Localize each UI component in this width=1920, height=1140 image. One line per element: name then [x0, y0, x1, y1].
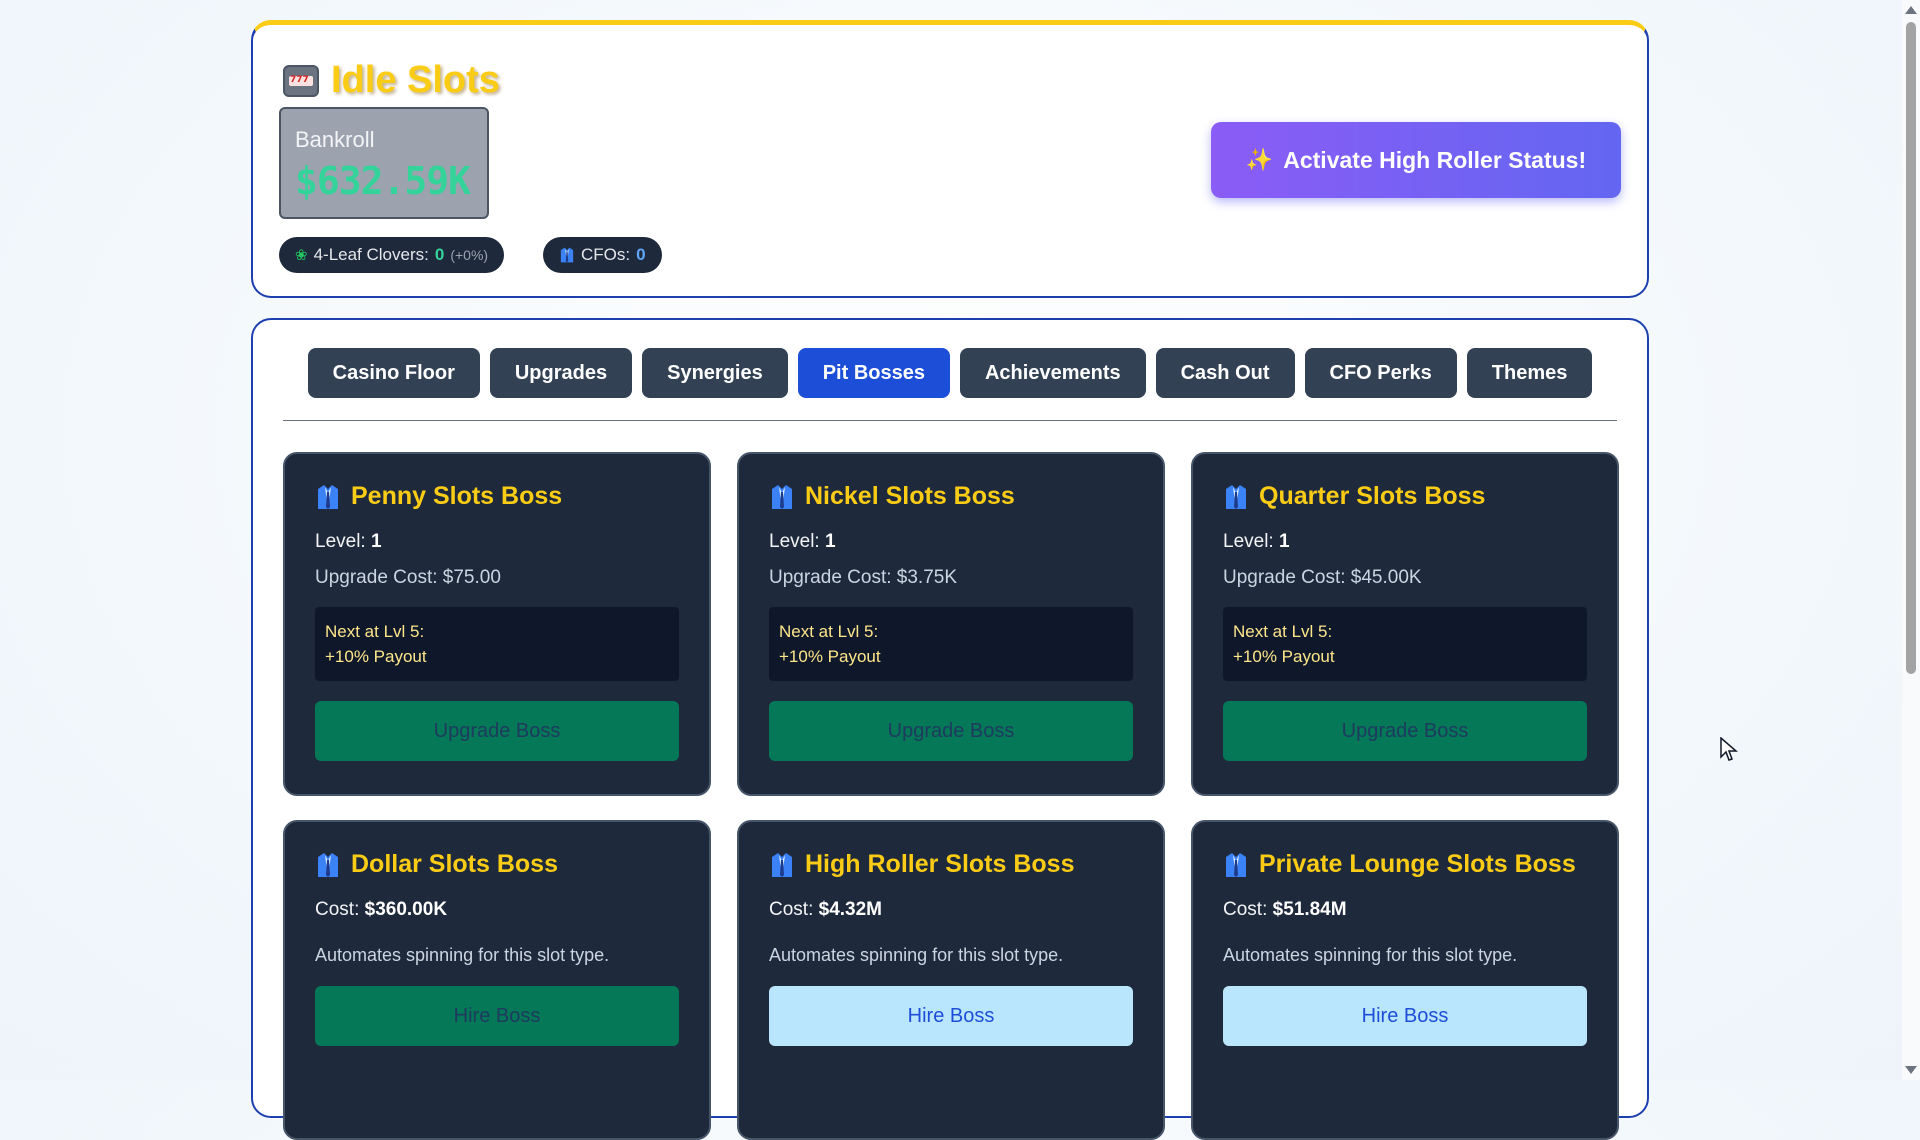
suit-icon: [315, 851, 341, 879]
boss-cost: Cost: $4.32M: [769, 899, 883, 920]
boss-title: Penny Slots Boss: [315, 482, 679, 511]
activate-high-roller-button[interactable]: ✨ Activate High Roller Status!: [1211, 122, 1621, 198]
boss-card-penny: Penny Slots Boss Level: 1 Upgrade Cost: …: [283, 452, 711, 796]
bankroll-label: Bankroll: [295, 127, 375, 152]
boss-title: Dollar Slots Boss: [315, 850, 679, 879]
scroll-up-arrow-icon[interactable]: [1905, 6, 1917, 14]
tab-upgrades[interactable]: Upgrades: [489, 348, 633, 398]
boss-card-dollar: Dollar Slots Boss Cost: $360.00K Automat…: [283, 820, 711, 1140]
boss-card-high-roller: High Roller Slots Boss Cost: $4.32M Auto…: [737, 820, 1165, 1140]
clovers-bonus: (+0%): [450, 247, 489, 263]
boss-level: Level: 1: [1223, 531, 1290, 552]
main-panel: Casino Floor Upgrades Synergies Pit Boss…: [251, 318, 1649, 1140]
suit-icon: [1223, 851, 1249, 879]
page-scrollbar[interactable]: [1902, 0, 1920, 1080]
four-leaf-clover-icon: ❀: [295, 247, 308, 264]
tab-cfo-perks[interactable]: CFO Perks: [1304, 348, 1457, 398]
hire-boss-button[interactable]: Hire Boss: [1223, 986, 1587, 1046]
boss-upgrade-cost: Upgrade Cost: $75.00: [315, 567, 501, 588]
scroll-down-arrow-icon[interactable]: [1905, 1066, 1917, 1074]
boss-name: Dollar Slots Boss: [351, 850, 558, 878]
boss-card-quarter: Quarter Slots Boss Level: 1 Upgrade Cost…: [1191, 452, 1619, 796]
boss-cost: Cost: $360.00K: [315, 899, 448, 920]
boss-upgrade-cost: Upgrade Cost: $3.75K: [769, 567, 958, 588]
boss-title: Nickel Slots Boss: [769, 482, 1133, 511]
tab-divider: [283, 420, 1617, 421]
app-logo: Idle Slots: [283, 59, 500, 102]
bankroll-value: $632.59K: [295, 159, 471, 203]
tab-achievements[interactable]: Achievements: [959, 348, 1146, 398]
next-milestone: Next at Lvl 5: +10% Payout: [1223, 607, 1587, 681]
clovers-value: 0: [434, 245, 445, 264]
boss-title: Quarter Slots Boss: [1223, 482, 1587, 511]
boss-name: Penny Slots Boss: [351, 482, 563, 510]
boss-cost: Cost: $51.84M: [1223, 899, 1347, 920]
tab-pit-bosses[interactable]: Pit Bosses: [797, 348, 950, 398]
upgrade-boss-button[interactable]: Upgrade Boss: [769, 701, 1133, 761]
cfos-badge: CFOs: 0: [543, 237, 662, 273]
slot-machine-icon: [283, 64, 319, 97]
boss-name: Private Lounge Slots Boss: [1259, 850, 1576, 878]
upgrade-boss-button[interactable]: Upgrade Boss: [1223, 701, 1587, 761]
boss-name: High Roller Slots Boss: [805, 850, 1075, 878]
boss-title: Private Lounge Slots Boss: [1223, 850, 1587, 879]
boss-title: High Roller Slots Boss: [769, 850, 1133, 879]
sparkles-icon: ✨: [1245, 147, 1274, 172]
boss-name: Quarter Slots Boss: [1259, 482, 1486, 510]
next-milestone: Next at Lvl 5: +10% Payout: [315, 607, 679, 681]
suit-icon: [1223, 483, 1249, 511]
tab-themes[interactable]: Themes: [1466, 348, 1593, 398]
tab-casino-floor[interactable]: Casino Floor: [307, 348, 480, 398]
tab-synergies[interactable]: Synergies: [642, 348, 788, 398]
scrollbar-thumb[interactable]: [1906, 22, 1916, 674]
boss-upgrade-cost: Upgrade Cost: $45.00K: [1223, 567, 1422, 588]
hire-boss-button[interactable]: Hire Boss: [315, 986, 679, 1046]
suit-icon: [315, 483, 341, 511]
boss-description: Automates spinning for this slot type.: [769, 945, 1064, 965]
suit-icon: [769, 851, 795, 879]
cfos-label: CFOs:: [581, 245, 631, 264]
clovers-label: 4-Leaf Clovers:: [313, 245, 429, 264]
boss-description: Automates spinning for this slot type.: [315, 945, 610, 965]
suit-icon: [769, 483, 795, 511]
high-roller-label: Activate High Roller Status!: [1283, 146, 1587, 173]
next-milestone: Next at Lvl 5: +10% Payout: [769, 607, 1133, 681]
boss-description: Automates spinning for this slot type.: [1223, 945, 1518, 965]
boss-card-nickel: Nickel Slots Boss Level: 1 Upgrade Cost:…: [737, 452, 1165, 796]
boss-level: Level: 1: [315, 531, 382, 552]
app-title: Idle Slots: [331, 59, 500, 101]
hire-boss-button[interactable]: Hire Boss: [769, 986, 1133, 1046]
bankroll-box: Bankroll $632.59K: [279, 107, 489, 219]
clovers-badge: ❀ 4-Leaf Clovers: 0 (+0%): [279, 237, 505, 273]
boss-card-private-lounge: Private Lounge Slots Boss Cost: $51.84M …: [1191, 820, 1619, 1140]
cfos-value: 0: [636, 245, 646, 264]
boss-level: Level: 1: [769, 531, 836, 552]
suit-icon: [559, 246, 575, 264]
header-panel: Idle Slots Bankroll $632.59K ❀ 4-Leaf Cl…: [251, 20, 1649, 298]
boss-name: Nickel Slots Boss: [805, 482, 1015, 510]
tab-bar: Casino Floor Upgrades Synergies Pit Boss…: [253, 348, 1647, 398]
upgrade-boss-button[interactable]: Upgrade Boss: [315, 701, 679, 761]
tab-cash-out[interactable]: Cash Out: [1155, 348, 1295, 398]
